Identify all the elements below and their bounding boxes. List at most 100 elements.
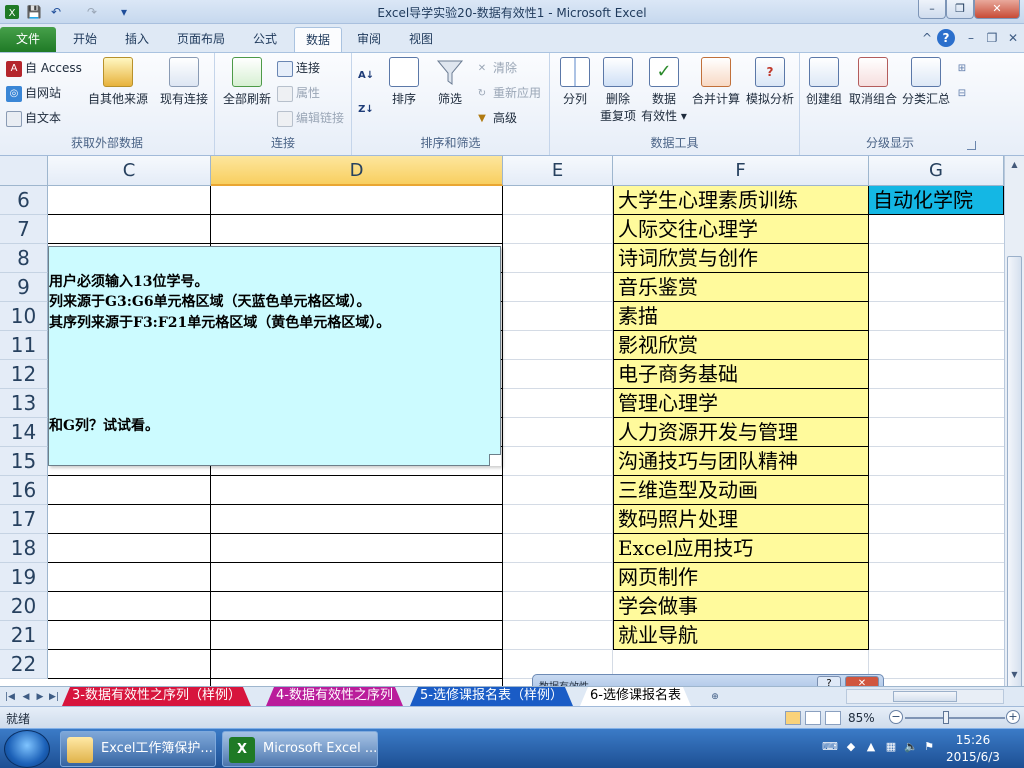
column-header-g[interactable]: G [869, 156, 1004, 186]
vertical-scrollbar[interactable]: ▲ ▼ [1004, 156, 1024, 706]
start-button[interactable] [4, 730, 50, 768]
tab-formulas[interactable]: 公式 [242, 27, 288, 52]
cell-f[interactable]: 管理心理学 [613, 389, 869, 418]
collapse-ribbon-icon[interactable]: ^ [918, 29, 936, 47]
taskbar-folder-window[interactable]: Excel工作簿保护... [60, 731, 216, 767]
vertical-scroll-thumb[interactable] [1007, 256, 1022, 706]
close-button[interactable]: ✕ [974, 0, 1020, 19]
scroll-down-arrow-icon[interactable]: ▼ [1007, 668, 1022, 682]
zoom-in-button[interactable]: + [1006, 710, 1020, 724]
row-header[interactable]: 17 [0, 505, 48, 534]
row-header[interactable]: 12 [0, 360, 48, 389]
cell-f[interactable]: 诗词欣赏与创作 [613, 244, 869, 273]
cell-f[interactable]: 素描 [613, 302, 869, 331]
edit-links-button[interactable]: 编辑链接 [277, 108, 344, 128]
restore-button[interactable]: ❐ [946, 0, 974, 19]
cell-f[interactable]: 影视欣赏 [613, 331, 869, 360]
cell-f[interactable]: Excel应用技巧 [613, 534, 869, 563]
prev-sheet-icon[interactable]: ◀ [20, 689, 32, 705]
row-header[interactable]: 10 [0, 302, 48, 331]
zoom-out-button[interactable]: − [889, 710, 903, 724]
show-detail-button[interactable]: ⊞ [954, 58, 973, 78]
other-sources-button[interactable]: 自其他来源 [86, 57, 150, 107]
next-sheet-icon[interactable]: ▶ [34, 689, 46, 705]
normal-view-button[interactable] [785, 711, 801, 725]
insert-sheet-icon[interactable]: ⊕ [706, 689, 724, 705]
horizontal-scroll-thumb[interactable] [893, 691, 957, 702]
zoom-slider-track[interactable] [905, 717, 1005, 719]
text-to-columns-button[interactable]: 分列 [554, 57, 596, 107]
tab-data[interactable]: 数据 [294, 27, 342, 52]
cell-f[interactable]: 沟通技巧与团队精神 [613, 447, 869, 476]
refresh-all-button[interactable]: 全部刷新 [219, 57, 275, 107]
row-header[interactable]: 9 [0, 273, 48, 302]
group-rows-button[interactable]: 创建组 [802, 57, 846, 107]
cell-comment-note[interactable]: 用户必须输入13位学号。 列来源于G3:G6单元格区域（天蓝色单元格区域）。 其… [48, 246, 501, 466]
cell-f[interactable]: 数码照片处理 [613, 505, 869, 534]
row-header[interactable]: 8 [0, 244, 48, 273]
tab-review[interactable]: 审阅 [346, 27, 392, 52]
row-header[interactable]: 7 [0, 215, 48, 244]
column-header-e[interactable]: E [503, 156, 613, 186]
row-header[interactable]: 14 [0, 418, 48, 447]
sheet-tab-5[interactable]: 5-选修课报名表（样例） [410, 687, 573, 706]
ungroup-button[interactable]: 取消组合 [846, 57, 900, 107]
cell-f[interactable]: 学会做事 [613, 592, 869, 621]
sheet-tab-4[interactable]: 4-数据有效性之序列 [266, 687, 403, 706]
sort-az-button[interactable]: A↓ [358, 65, 377, 85]
cell-f[interactable]: 人力资源开发与管理 [613, 418, 869, 447]
subtotal-button[interactable]: 分类汇总 [900, 57, 952, 107]
tab-insert[interactable]: 插入 [114, 27, 160, 52]
column-header-c[interactable]: C [48, 156, 211, 186]
clock-date[interactable]: 2015/6/3 [940, 750, 1006, 764]
remove-duplicates-button[interactable]: 删除 重复项 [596, 57, 640, 124]
cell-f[interactable]: 音乐鉴赏 [613, 273, 869, 302]
last-sheet-icon[interactable]: ▶| [48, 689, 60, 705]
scroll-up-arrow-icon[interactable]: ▲ [1007, 158, 1022, 172]
row-header[interactable]: 18 [0, 534, 48, 563]
consolidate-button[interactable]: 合并计算 [688, 57, 744, 107]
workbook-minimize-icon[interactable]: – [962, 29, 980, 47]
tab-home[interactable]: 开始 [62, 27, 108, 52]
column-header-d[interactable]: D [211, 156, 503, 186]
volume-icon[interactable]: 🔈 [904, 740, 918, 754]
reapply-button[interactable]: ↻ 重新应用 [474, 83, 541, 103]
from-web-button[interactable]: ◎ 自网站 [6, 83, 61, 103]
minimize-button[interactable]: – [918, 0, 946, 19]
page-layout-view-button[interactable] [805, 711, 821, 725]
workbook-close-icon[interactable]: ✕ [1004, 29, 1022, 47]
properties-button[interactable]: 属性 [277, 83, 320, 103]
taskbar-excel-window[interactable]: X Microsoft Excel ... [222, 731, 378, 767]
row-header[interactable]: 11 [0, 331, 48, 360]
zoom-slider-thumb[interactable] [943, 711, 949, 724]
sheet-tab-3[interactable]: 3-数据有效性之序列（样例） [62, 687, 251, 706]
clear-filter-button[interactable]: ✕ 清除 [474, 58, 517, 78]
advanced-filter-button[interactable]: ▼ 高级 [474, 108, 517, 128]
cell-f[interactable]: 大学生心理素质训练 [613, 186, 869, 215]
what-if-analysis-button[interactable]: ? 模拟分析 [744, 57, 796, 107]
filter-button[interactable]: 筛选 [430, 57, 470, 107]
cell-g6[interactable]: 自动化学院 [869, 186, 1004, 215]
notification-icon[interactable]: ◆ [844, 740, 858, 754]
show-hidden-icons[interactable]: ▲ [864, 740, 878, 754]
hide-detail-button[interactable]: ⊟ [954, 83, 973, 103]
workbook-restore-icon[interactable]: ❐ [983, 29, 1001, 47]
tab-file[interactable]: 文件 [0, 27, 56, 52]
from-text-button[interactable]: 自文本 [6, 108, 61, 128]
column-header-f[interactable]: F [613, 156, 869, 186]
first-sheet-icon[interactable]: |◀ [4, 689, 16, 705]
cell-f[interactable]: 人际交往心理学 [613, 215, 869, 244]
data-validation-button[interactable]: ✓ 数据 有效性 ▾ [640, 57, 688, 124]
row-header[interactable]: 16 [0, 476, 48, 505]
tab-page-layout[interactable]: 页面布局 [168, 27, 234, 52]
from-access-button[interactable]: A自 Access [6, 58, 82, 78]
existing-connections-button[interactable]: 现有连接 [158, 57, 210, 107]
cell-f[interactable]: 三维造型及动画 [613, 476, 869, 505]
cell-f[interactable]: 电子商务基础 [613, 360, 869, 389]
row-header[interactable]: 21 [0, 621, 48, 650]
network-icon[interactable]: ▦ [884, 740, 898, 754]
row-header[interactable]: 22 [0, 650, 48, 679]
row-header[interactable]: 15 [0, 447, 48, 476]
connections-button[interactable]: 连接 [277, 58, 320, 78]
row-header[interactable]: 6 [0, 186, 48, 215]
